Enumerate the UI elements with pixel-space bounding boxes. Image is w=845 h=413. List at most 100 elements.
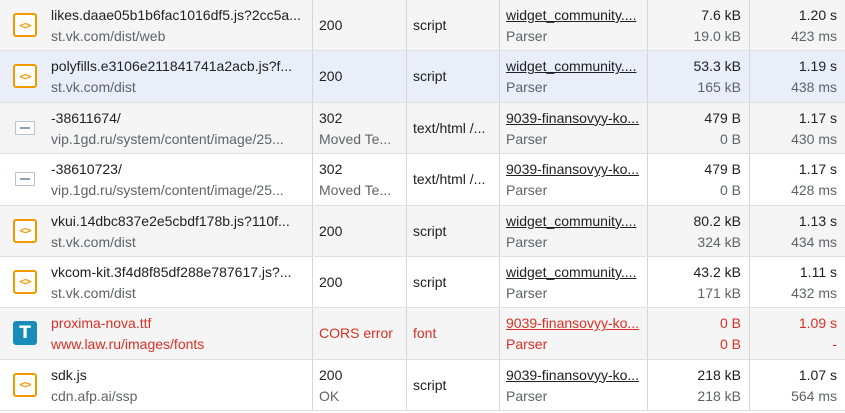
status-cell: 200 [313,256,407,308]
status-cell: CORS error [313,308,407,359]
initiator-cell: widget_community.... Parser [500,205,648,256]
name-cell[interactable]: <> polyfills.e3106e211841741a2acb.js?f..… [0,51,313,102]
initiator-link[interactable]: 9039-finansovyy-ko... [506,110,641,126]
status-cell: 200 [313,205,407,256]
request-name: -38611674/ [51,109,121,126]
resource-type: script [413,222,447,239]
size-cell: 43.2 kB 171 kB [648,256,750,308]
request-path: www.law.ru/images/fonts [51,336,205,353]
request-path: vip.1gd.ru/system/content/image/25... [51,182,284,199]
request-row[interactable]: <> polyfills.e3106e211841741a2acb.js?f..… [0,51,845,103]
status-code: 200 [319,17,343,33]
latency: 434 ms [791,233,837,250]
request-name: vkcom-kit.3f4d8f85df288e787617.js?... [51,263,292,280]
status-code: 302 [319,109,343,126]
status-code: 200 [319,222,343,239]
resource-size: 0 B [719,130,741,147]
total-time: 1.13 s [798,212,837,229]
type-cell: text/html /... [407,102,500,154]
initiator-link[interactable]: widget_community.... [506,58,641,74]
latency: 428 ms [791,182,837,199]
request-path: st.vk.com/dist/web [51,28,166,44]
initiator-link[interactable]: widget_community.... [506,7,641,23]
status-cell: 302 Moved Te... [313,154,407,205]
name-cell[interactable]: -38610723/ vip.1gd.ru/system/content/ima… [0,154,313,205]
request-row[interactable]: T proxima-nova.ttf www.law.ru/images/fon… [0,308,845,360]
size-cell: 479 B 0 B [648,102,750,154]
type-cell: script [407,256,500,308]
resource-type: script [413,68,447,85]
status-text: Moved Te... [319,182,392,199]
initiator-cell: widget_community.... Parser [500,0,648,51]
initiator-link[interactable]: widget_community.... [506,213,641,229]
name-cell[interactable]: <> likes.daae05b1b6fac1016df5.js?2cc5a..… [0,0,313,51]
initiator-link[interactable]: 9039-finansovyy-ko... [506,367,641,383]
resource-size: 165 kB [697,79,741,96]
request-name: vkui.14dbc837e2e5cbdf178b.js?110f... [51,212,290,229]
type-cell: font [407,308,500,359]
initiator-type: Parser [506,130,548,147]
type-cell: script [407,359,500,411]
script-file-icon: <> [13,372,37,397]
total-time: 1.17 s [798,109,837,126]
transferred-size: 53.3 kB [693,58,741,75]
resource-size: 0 B [719,336,741,353]
latency: 432 ms [791,284,837,301]
status-text: OK [319,387,340,404]
initiator-type: Parser [506,336,548,353]
initiator-link[interactable]: 9039-finansovyy-ko... [506,161,641,177]
request-row[interactable]: -38610723/ vip.1gd.ru/system/content/ima… [0,154,845,206]
type-cell: text/html /... [407,154,500,205]
time-cell: 1.17 s 428 ms [750,154,845,204]
document-icon [15,120,35,135]
transferred-size: 479 B [704,161,741,178]
name-cell[interactable]: T proxima-nova.ttf www.law.ru/images/fon… [0,308,313,359]
transferred-size: 479 B [704,109,741,126]
request-row[interactable]: -38611674/ vip.1gd.ru/system/content/ima… [0,102,845,155]
initiator-link[interactable]: 9039-finansovyy-ko... [506,315,641,331]
request-row[interactable]: <> sdk.js cdn.afp.ai/ssp 200 OK script 9… [0,359,845,412]
total-time: 1.19 s [798,58,837,75]
status-text: Moved Te... [319,130,392,147]
initiator-type: Parser [506,284,548,301]
initiator-type: Parser [506,387,548,404]
initiator-cell: widget_community.... Parser [500,51,648,102]
resource-size: 324 kB [697,233,741,250]
time-cell: 1.13 s 434 ms [750,206,845,256]
resource-type: script [413,273,447,290]
script-file-icon: <> [13,269,37,294]
status-code: 200 [319,273,343,290]
initiator-type: Parser [506,182,548,199]
transferred-size: 0 B [719,315,741,332]
request-name: -38610723/ [51,161,122,178]
latency: 423 ms [791,28,837,44]
document-icon [15,172,35,187]
initiator-cell: 9039-finansovyy-ko... Parser [500,359,648,411]
request-name: polyfills.e3106e211841741a2acb.js?f... [51,58,293,75]
name-cell[interactable]: -38611674/ vip.1gd.ru/system/content/ima… [0,102,313,154]
resource-type: font [413,325,437,342]
initiator-cell: 9039-finansovyy-ko... Parser [500,102,648,154]
request-row[interactable]: <> likes.daae05b1b6fac1016df5.js?2cc5a..… [0,0,845,52]
request-name: likes.daae05b1b6fac1016df5.js?2cc5a... [51,7,301,23]
request-row[interactable]: <> vkui.14dbc837e2e5cbdf178b.js?110f... … [0,205,845,257]
name-cell[interactable]: <> vkui.14dbc837e2e5cbdf178b.js?110f... … [0,205,313,256]
latency: 430 ms [791,130,837,147]
transferred-size: 7.6 kB [701,7,741,23]
resource-type: text/html /... [413,119,486,136]
type-cell: script [407,0,500,51]
initiator-cell: widget_community.... Parser [500,256,648,308]
size-cell: 7.6 kB 19.0 kB [648,0,750,51]
request-path: st.vk.com/dist [51,79,136,96]
resource-size: 218 kB [697,387,741,404]
resource-type: script [413,376,447,393]
status-code: 302 [319,161,343,178]
total-time: 1.11 s [799,263,837,280]
initiator-type: Parser [506,28,548,44]
network-requests-table: <> likes.daae05b1b6fac1016df5.js?2cc5a..… [0,0,845,413]
request-row[interactable]: <> vkcom-kit.3f4d8f85df288e787617.js?...… [0,256,845,309]
transferred-size: 218 kB [697,366,741,383]
initiator-link[interactable]: widget_community.... [506,264,641,280]
name-cell[interactable]: <> sdk.js cdn.afp.ai/ssp [0,359,313,411]
name-cell[interactable]: <> vkcom-kit.3f4d8f85df288e787617.js?...… [0,256,313,308]
